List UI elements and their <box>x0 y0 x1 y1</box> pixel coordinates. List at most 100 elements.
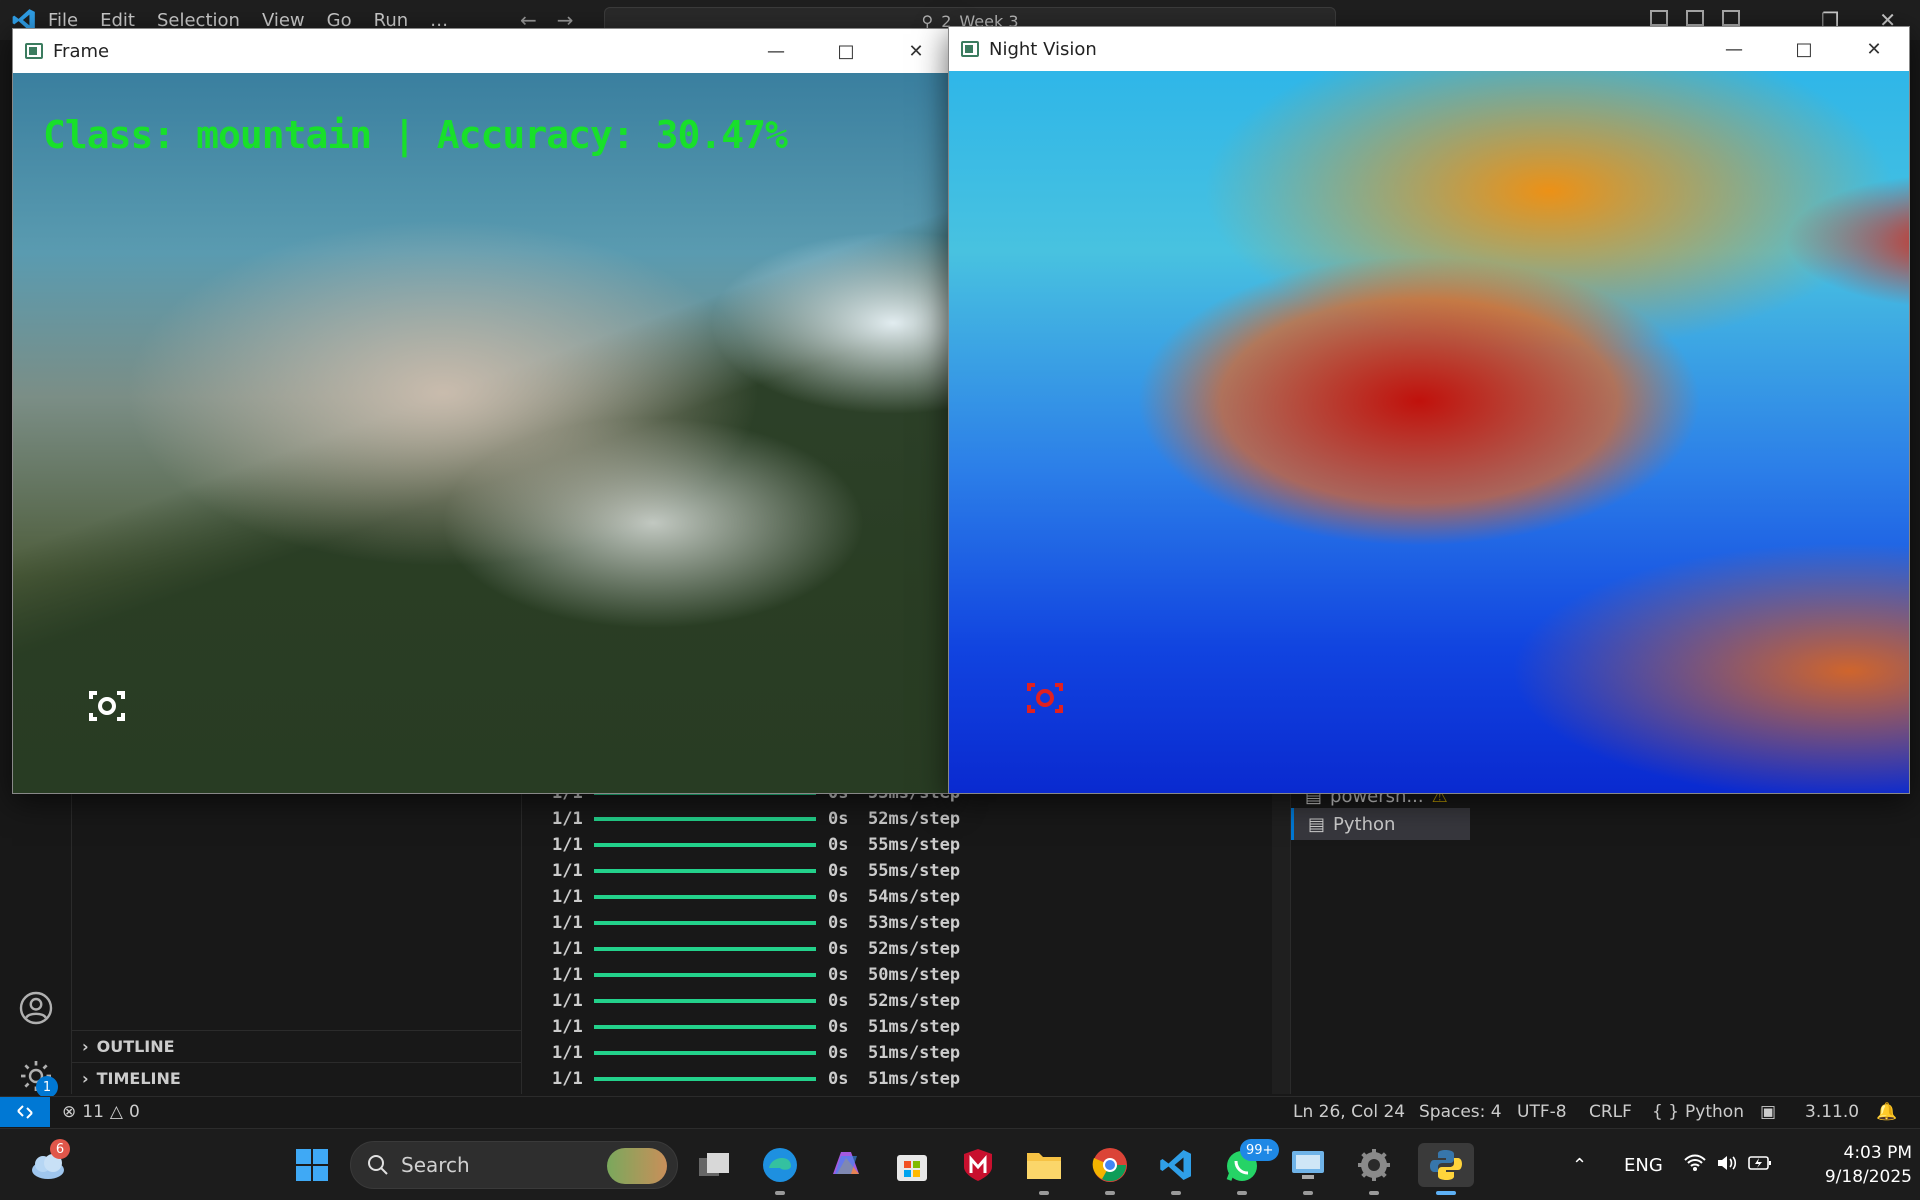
status-bar: ⊗ 11 △ 0 Ln 26, Col 24 Spaces: 4 UTF-8 C… <box>0 1096 1920 1127</box>
braces-icon: { } <box>1652 1102 1680 1122</box>
running-indicator <box>1303 1191 1313 1195</box>
maximize-icon[interactable]: □ <box>1769 27 1839 71</box>
terminal-tab-python[interactable]: ▤ Python <box>1291 808 1471 840</box>
toggle-sidebar-icon[interactable] <box>1650 10 1668 26</box>
chrome-icon[interactable] <box>1088 1143 1132 1195</box>
minimize-icon[interactable]: — <box>741 29 811 73</box>
terminal-line: 1/1 0s 53ms/step <box>552 910 960 936</box>
progress-bar <box>594 869 816 873</box>
clock-time: 4:03 PM <box>1843 1143 1913 1163</box>
night-vision-window[interactable]: Night Vision — □ ✕ <box>948 26 1910 794</box>
progress-bar <box>594 1051 816 1055</box>
terminal-icon: ▤ <box>1308 813 1326 835</box>
encoding[interactable]: UTF-8 <box>1517 1097 1567 1127</box>
search-icon <box>368 1155 388 1175</box>
cursor-position[interactable]: Ln 26, Col 24 <box>1293 1097 1405 1127</box>
python-interpreter[interactable]: 3.11.0 <box>1805 1097 1859 1127</box>
running-indicator <box>1369 1191 1379 1195</box>
taskbar: 6 Search 99+ ⌃ ENG 4:03 PM 9/18/2025 <box>0 1128 1920 1200</box>
frame-video-view: Class: mountain | Accuracy: 30.47% <box>13 73 951 793</box>
copilot-app-icon[interactable] <box>824 1143 868 1187</box>
terminal-line: 1/1 0s 52ms/step <box>552 936 960 962</box>
elapsed-time: 0s <box>828 939 849 959</box>
active-indicator <box>1436 1191 1456 1195</box>
step-duration: 55ms/step <box>868 835 961 855</box>
night-vision-view <box>949 71 1909 793</box>
step-count: 1/1 <box>552 887 583 907</box>
show-hidden-icons-chevron-icon[interactable]: ⌃ <box>1572 1129 1587 1200</box>
problems-indicator[interactable]: ⊗ 11 △ 0 <box>62 1097 140 1127</box>
frame-window-controls: — □ ✕ <box>741 29 951 73</box>
toggle-secondary-sidebar-icon[interactable] <box>1722 10 1740 26</box>
elapsed-time: 0s <box>828 1043 849 1063</box>
chevron-right-icon: › <box>82 1037 89 1056</box>
clock-date: 9/18/2025 <box>1824 1167 1912 1187</box>
window-app-icon <box>961 41 979 57</box>
taskbar-search[interactable]: Search <box>350 1141 678 1189</box>
progress-bar <box>594 843 816 847</box>
edge-browser-icon[interactable] <box>758 1143 802 1195</box>
python-app-icon[interactable] <box>1418 1143 1474 1195</box>
step-count: 1/1 <box>552 965 583 985</box>
mcafee-icon[interactable] <box>956 1143 1000 1187</box>
running-indicator <box>1171 1191 1181 1195</box>
error-count: 11 <box>82 1102 104 1122</box>
step-duration: 51ms/step <box>868 1017 961 1037</box>
whatsapp-badge: 99+ <box>1240 1139 1280 1161</box>
close-icon[interactable]: ✕ <box>881 29 951 73</box>
manage-gear-icon[interactable]: 1 <box>14 1054 58 1098</box>
step-duration: 50ms/step <box>868 965 961 985</box>
input-language[interactable]: ENG <box>1624 1129 1663 1200</box>
frame-window[interactable]: Frame — □ ✕ Class: mountain | Accuracy: … <box>12 28 952 794</box>
settings-gear-icon[interactable] <box>1352 1143 1396 1195</box>
task-view-icon[interactable] <box>692 1143 736 1187</box>
elapsed-time: 0s <box>828 1017 849 1037</box>
notifications-bell-icon[interactable]: 🔔 <box>1876 1097 1897 1127</box>
step-duration: 51ms/step <box>868 1069 961 1089</box>
progress-bar <box>594 947 816 951</box>
step-count: 1/1 <box>552 939 583 959</box>
frame-titlebar[interactable]: Frame — □ ✕ <box>13 29 951 73</box>
minimize-icon[interactable]: — <box>1699 27 1769 71</box>
whatsapp-icon[interactable]: 99+ <box>1220 1139 1280 1195</box>
maximize-icon[interactable]: □ <box>811 29 881 73</box>
weather-widget-icon[interactable]: 6 <box>26 1139 70 1187</box>
step-duration: 52ms/step <box>868 939 961 959</box>
system-tray-icons[interactable] <box>1684 1129 1772 1200</box>
error-icon: ⊗ <box>62 1102 77 1122</box>
remote-desktop-icon[interactable] <box>1286 1143 1330 1195</box>
copilot-icon[interactable]: ▣ <box>1760 1097 1776 1127</box>
step-duration: 54ms/step <box>868 887 961 907</box>
elapsed-time: 0s <box>828 965 849 985</box>
mountain-image <box>13 73 951 793</box>
end-of-line[interactable]: CRLF <box>1589 1097 1632 1127</box>
step-duration: 52ms/step <box>868 991 961 1011</box>
search-placeholder: Search <box>401 1153 470 1177</box>
terminal-line: 1/1 0s 50ms/step <box>552 962 960 988</box>
accounts-icon[interactable] <box>14 986 58 1030</box>
outline-label: OUTLINE <box>96 1037 175 1056</box>
close-icon[interactable]: ✕ <box>1839 27 1909 71</box>
progress-bar <box>594 999 816 1003</box>
start-windows-icon[interactable] <box>290 1143 334 1187</box>
clock[interactable]: 4:03 PM 9/18/2025 <box>1800 1129 1912 1200</box>
file-explorer-icon[interactable] <box>1022 1143 1066 1195</box>
warning-count: 0 <box>128 1102 140 1122</box>
warning-icon: △ <box>109 1102 123 1122</box>
outline-section[interactable]: › OUTLINE <box>72 1030 522 1062</box>
running-indicator <box>1039 1191 1049 1195</box>
toggle-panel-icon[interactable] <box>1686 10 1704 26</box>
elapsed-time: 0s <box>828 991 849 1011</box>
step-count: 1/1 <box>552 861 583 881</box>
step-duration: 51ms/step <box>868 1043 961 1063</box>
timeline-section[interactable]: › TIMELINE <box>72 1062 522 1094</box>
terminal-tabs: ▤ powersh... ⚠ ▤ Python <box>1290 780 1471 1094</box>
night-vision-titlebar[interactable]: Night Vision — □ ✕ <box>949 27 1909 71</box>
language-mode[interactable]: { } Python <box>1652 1097 1744 1127</box>
terminal-line: 1/1 0s 55ms/step <box>552 858 960 884</box>
microsoft-store-icon[interactable] <box>890 1143 934 1187</box>
indentation[interactable]: Spaces: 4 <box>1419 1097 1502 1127</box>
terminal-output[interactable]: 1/1 0s 53ms/step 1/1 0s 52ms/step 1/1 0s 55ms/st… <box>522 780 1272 1094</box>
vscode-taskbar-icon[interactable] <box>1154 1143 1198 1195</box>
remote-indicator-icon[interactable] <box>0 1097 50 1127</box>
